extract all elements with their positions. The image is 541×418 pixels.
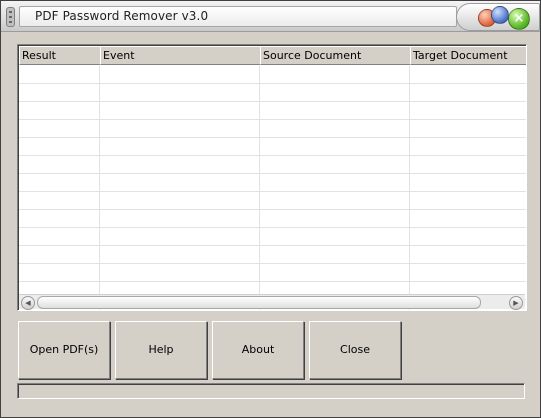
title-bar[interactable]: PDF Password Remover v3.0 ×: [1, 1, 540, 32]
table-cell-divider: [19, 102, 410, 119]
maximize-button[interactable]: [491, 6, 509, 24]
about-button[interactable]: About: [212, 321, 304, 379]
table-row[interactable]: [19, 210, 526, 228]
main-window: PDF Password Remover v3.0 × Result Event…: [0, 0, 541, 418]
table-row[interactable]: [19, 156, 526, 174]
table-cell-divider: [19, 228, 410, 245]
table-row[interactable]: [19, 174, 526, 192]
table-row[interactable]: [19, 264, 526, 282]
table-cell-divider: [19, 174, 410, 191]
table-body[interactable]: [19, 66, 526, 310]
table-row[interactable]: [19, 228, 526, 246]
window-grip-icon[interactable]: [6, 7, 15, 27]
close-window-button[interactable]: ×: [508, 8, 530, 30]
table-row[interactable]: [19, 84, 526, 102]
table-header: Result Event Source Document Target Docu…: [19, 46, 526, 65]
scroll-left-icon[interactable]: ◀: [21, 296, 35, 310]
table-cell-divider: [19, 246, 410, 263]
window-controls: ×: [456, 3, 540, 31]
help-button[interactable]: Help: [115, 321, 207, 379]
table-cell-divider: [19, 192, 410, 209]
table-cell-divider: [19, 210, 410, 227]
table-row[interactable]: [19, 120, 526, 138]
table-cell-divider: [19, 120, 410, 137]
table-row[interactable]: [19, 192, 526, 210]
table-cell-divider: [19, 264, 410, 281]
status-bar: [17, 383, 525, 399]
table-cell-divider: [19, 138, 410, 155]
scroll-right-icon[interactable]: ▶: [509, 296, 523, 310]
table-cell-divider: [19, 84, 410, 101]
column-header-result[interactable]: Result: [19, 46, 101, 65]
table-cell-divider: [19, 156, 410, 173]
window-title: PDF Password Remover v3.0: [35, 9, 209, 23]
close-icon: ×: [513, 11, 525, 26]
open-pdfs-button[interactable]: Open PDF(s): [18, 321, 110, 379]
table-row[interactable]: [19, 246, 526, 264]
horizontal-scrollbar[interactable]: ◀ ▶: [19, 294, 525, 310]
table-cell-divider: [19, 66, 410, 83]
title-panel: PDF Password Remover v3.0: [19, 6, 457, 27]
table-row[interactable]: [19, 66, 526, 84]
column-header-target-document[interactable]: Target Document: [410, 46, 526, 65]
results-table[interactable]: Result Event Source Document Target Docu…: [17, 44, 527, 311]
table-row[interactable]: [19, 102, 526, 120]
table-row[interactable]: [19, 138, 526, 156]
scrollbar-thumb[interactable]: [37, 296, 481, 309]
column-header-source-document[interactable]: Source Document: [260, 46, 411, 65]
column-header-event[interactable]: Event: [100, 46, 261, 65]
close-button[interactable]: Close: [309, 321, 401, 379]
